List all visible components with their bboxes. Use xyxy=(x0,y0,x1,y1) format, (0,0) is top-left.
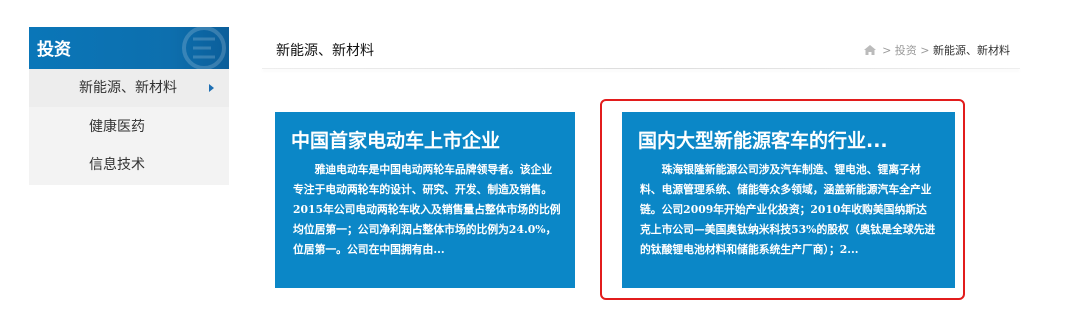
arrow-right-icon xyxy=(209,84,214,92)
sidebar-menu: 新能源、新材料 健康医药 信息技术 xyxy=(29,69,229,185)
sidebar-item-new-energy[interactable]: 新能源、新材料 xyxy=(29,69,229,107)
sidebar-title: 投资 xyxy=(37,40,71,60)
sidebar-header: 投资 xyxy=(29,27,229,69)
breadcrumb-link-invest[interactable]: 投资 xyxy=(895,44,917,57)
project-card[interactable]: 中国首家电动车上市企业 雅迪电动车是中国电动两轮车品牌领导者。该企业专注于电动两… xyxy=(275,112,575,288)
logo-watermark-icon xyxy=(182,27,226,69)
breadcrumb: > 投资 > 新能源、新材料 xyxy=(863,42,1010,58)
sidebar-item-label: 信息技术 xyxy=(89,157,145,173)
breadcrumb-current: 新能源、新材料 xyxy=(933,44,1010,57)
breadcrumb-separator: > xyxy=(920,44,930,57)
card-title: 中国首家电动车上市企业 xyxy=(291,130,501,152)
sidebar-item-it[interactable]: 信息技术 xyxy=(29,146,229,184)
sidebar-item-health[interactable]: 健康医药 xyxy=(29,108,229,146)
page-title: 新能源、新材料 xyxy=(276,43,374,59)
highlight-annotation-box xyxy=(600,99,965,300)
home-icon[interactable] xyxy=(863,45,876,55)
sidebar-item-label: 健康医药 xyxy=(89,119,145,135)
sidebar-item-label: 新能源、新材料 xyxy=(79,80,177,96)
header-divider xyxy=(262,68,1020,69)
breadcrumb-separator: > xyxy=(882,44,892,57)
card-summary: 雅迪电动车是中国电动两轮车品牌领导者。该企业专注于电动两轮车的设计、研究、开发、… xyxy=(293,163,561,256)
